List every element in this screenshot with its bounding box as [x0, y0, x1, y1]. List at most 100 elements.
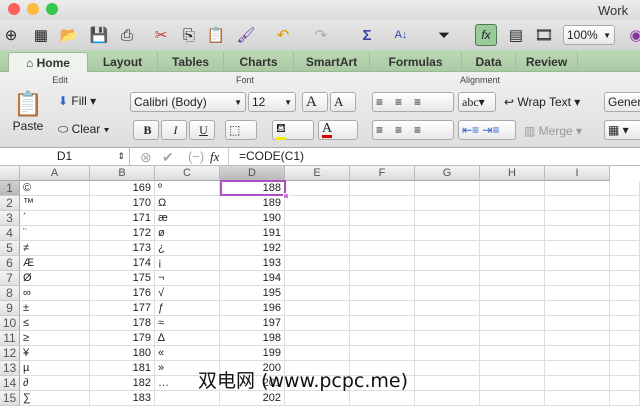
cell[interactable]: ƒ — [155, 301, 220, 316]
cell[interactable]: 177 — [90, 301, 155, 316]
row-header[interactable]: 9 — [0, 301, 20, 316]
cell[interactable] — [285, 241, 350, 256]
paste-button[interactable]: 📋 Paste — [8, 90, 48, 144]
cell[interactable] — [415, 256, 480, 271]
filter-icon[interactable]: ⏷ — [433, 24, 455, 46]
cell[interactable] — [610, 181, 640, 196]
cell[interactable] — [545, 346, 610, 361]
cell[interactable] — [350, 316, 415, 331]
cell[interactable]: Æ — [20, 256, 90, 271]
column-header-B[interactable]: B — [90, 166, 155, 181]
cell[interactable]: 180 — [90, 346, 155, 361]
cell[interactable]: √ — [155, 286, 220, 301]
cell[interactable] — [545, 316, 610, 331]
cell[interactable]: 198 — [220, 331, 285, 346]
cell[interactable]: 173 — [90, 241, 155, 256]
orientation-button[interactable]: abc ▾ — [458, 92, 496, 112]
cell[interactable]: 197 — [220, 316, 285, 331]
cell[interactable] — [285, 211, 350, 226]
cell[interactable]: 181 — [90, 361, 155, 376]
cell[interactable]: 174 — [90, 256, 155, 271]
cell[interactable] — [155, 391, 220, 406]
row-header[interactable]: 6 — [0, 256, 20, 271]
cell[interactable] — [350, 211, 415, 226]
cell[interactable] — [610, 271, 640, 286]
cell[interactable] — [610, 226, 640, 241]
cell[interactable]: 193 — [220, 256, 285, 271]
cell[interactable]: ± — [20, 301, 90, 316]
cell[interactable] — [415, 316, 480, 331]
cell[interactable] — [415, 271, 480, 286]
cell[interactable] — [480, 211, 545, 226]
undo-icon[interactable]: ↶ — [272, 24, 294, 46]
cell[interactable]: ≈ — [155, 316, 220, 331]
toolbox-icon[interactable]: ▤ — [505, 24, 527, 46]
cell[interactable] — [480, 331, 545, 346]
copy-icon[interactable]: ⎘ — [178, 24, 200, 46]
italic-button[interactable]: I — [161, 120, 187, 140]
cell[interactable]: 199 — [220, 346, 285, 361]
cell[interactable]: ¥ — [20, 346, 90, 361]
cell[interactable]: 183 — [90, 391, 155, 406]
cell[interactable]: æ — [155, 211, 220, 226]
cell[interactable] — [350, 181, 415, 196]
fill-button[interactable]: ⬇ Fill ▾ — [58, 94, 96, 108]
column-header-D[interactable]: D — [220, 166, 285, 181]
fx-icon[interactable]: fx — [210, 149, 219, 165]
cancel-icon[interactable]: ⊗ — [140, 149, 152, 166]
cell[interactable] — [480, 346, 545, 361]
cell[interactable]: 178 — [90, 316, 155, 331]
wrap-text-button[interactable]: ↩ Wrap Text ▾ — [504, 95, 580, 109]
cell[interactable]: 191 — [220, 226, 285, 241]
cell[interactable] — [545, 271, 610, 286]
help-icon[interactable]: ◉ — [625, 24, 640, 46]
shrink-font-button[interactable]: A — [330, 92, 356, 112]
cell[interactable] — [415, 226, 480, 241]
cell[interactable] — [415, 376, 480, 391]
cell[interactable] — [480, 376, 545, 391]
row-header[interactable]: 15 — [0, 391, 20, 406]
cell[interactable] — [545, 361, 610, 376]
column-header-E[interactable]: E — [285, 166, 350, 181]
formula-input[interactable]: =CODE(C1) — [228, 148, 640, 165]
maximize-button[interactable] — [46, 3, 58, 15]
cell[interactable] — [610, 241, 640, 256]
sort-icon[interactable]: A↓ — [390, 24, 412, 46]
indent-buttons[interactable]: ⇤≡ ⇥≡ — [458, 120, 516, 140]
cell[interactable]: 179 — [90, 331, 155, 346]
number-format-select[interactable]: Gener — [604, 92, 640, 112]
cell[interactable] — [415, 211, 480, 226]
cell[interactable] — [285, 271, 350, 286]
cell[interactable]: ≥ — [20, 331, 90, 346]
borders-button[interactable]: ⬚ — [225, 120, 257, 140]
cell[interactable]: ¨ — [20, 226, 90, 241]
fill-color-button[interactable]: ⛾ — [272, 120, 314, 140]
cell[interactable]: ∂ — [20, 376, 90, 391]
cell[interactable]: ≠ — [20, 241, 90, 256]
row-header[interactable]: 2 — [0, 196, 20, 211]
row-header[interactable]: 12 — [0, 346, 20, 361]
row-header[interactable]: 11 — [0, 331, 20, 346]
tab-data[interactable]: Data — [462, 52, 516, 72]
open-icon[interactable]: 📂 — [58, 24, 80, 46]
gallery-icon[interactable]: ▦ — [30, 24, 52, 46]
cell[interactable] — [350, 331, 415, 346]
cell[interactable]: 176 — [90, 286, 155, 301]
row-header[interactable]: 7 — [0, 271, 20, 286]
font-color-button[interactable]: A — [318, 120, 358, 140]
cell[interactable]: 192 — [220, 241, 285, 256]
save-icon[interactable]: 💾 — [88, 24, 110, 46]
cell[interactable] — [285, 181, 350, 196]
fill-handle[interactable] — [283, 193, 289, 199]
cell[interactable] — [545, 226, 610, 241]
column-header-C[interactable]: C — [155, 166, 220, 181]
column-header-A[interactable]: A — [20, 166, 90, 181]
cell[interactable] — [610, 211, 640, 226]
cell[interactable] — [610, 376, 640, 391]
cell[interactable] — [480, 361, 545, 376]
column-header-F[interactable]: F — [350, 166, 415, 181]
cell[interactable] — [415, 331, 480, 346]
cell[interactable] — [285, 196, 350, 211]
enter-icon[interactable]: ✔ — [162, 149, 174, 166]
cell[interactable]: 190 — [220, 211, 285, 226]
